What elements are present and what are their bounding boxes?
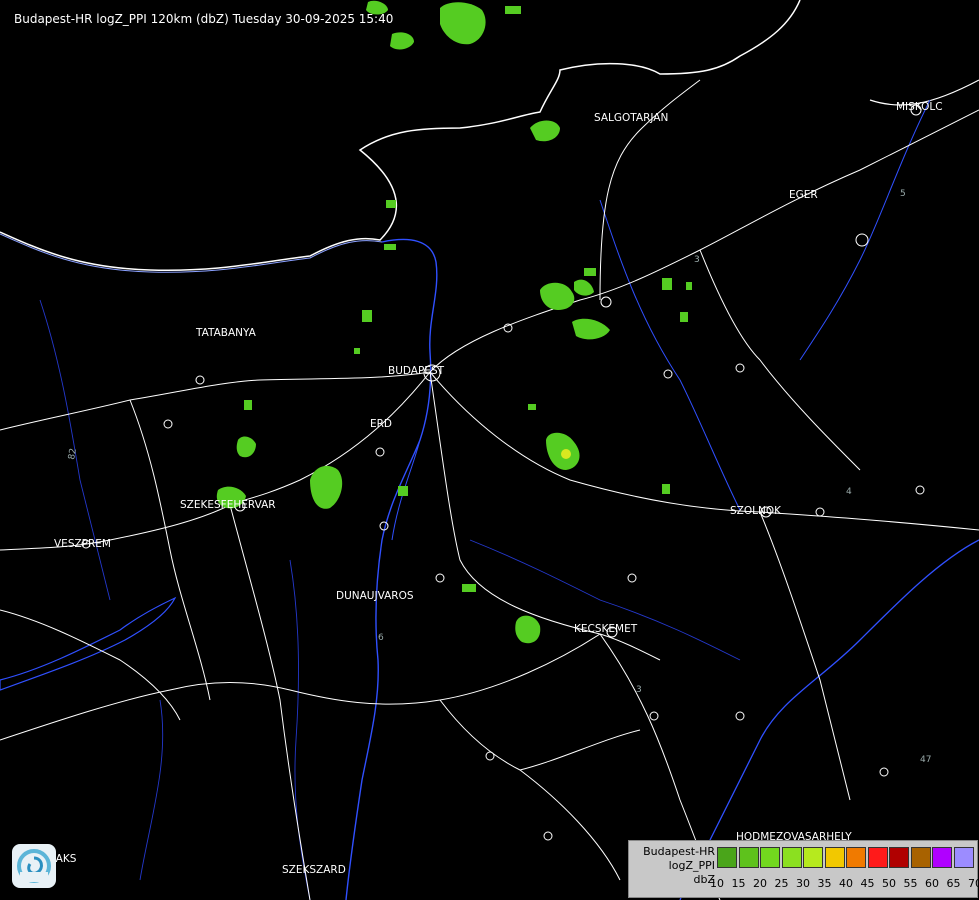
legend-swatch [738,847,759,868]
echo-cell [362,310,372,322]
city-label-szekszard: SZEKSZARD [282,864,346,876]
swirl-logo-icon [12,844,56,888]
echo-core [561,449,571,459]
echo-cell [384,244,396,250]
echo-cell [530,120,560,142]
legend-title-line: logZ_PPI [668,859,715,872]
echo-cell [390,32,414,50]
city-label-erd: ERD [370,418,392,430]
river-zagyva [599,199,741,511]
echo-cell [398,486,408,496]
echo-cell [236,436,256,458]
echo-cell [680,312,688,322]
legend-tick-label: 45 [860,877,875,890]
legend-swatch [760,847,780,868]
settlement-outlines [81,104,925,841]
echo-cell [662,278,672,290]
legend-tick-label: 50 [882,877,896,890]
legend-tick-label: 65 [946,877,961,890]
echo-cell [244,400,252,410]
legend-swatch [910,847,931,868]
echo-cell [528,404,536,410]
echo-cell [662,484,670,494]
echo-cell [386,200,396,208]
echo-cell [515,615,541,644]
city-label-miskolc: MISKOLC [896,101,943,113]
legend-swatch [717,847,737,868]
legend-tick-label: 55 [903,877,918,890]
legend-swatch [932,847,952,868]
stream [139,699,164,881]
legend-swatch [781,847,802,868]
legend-swatch [889,847,909,868]
echo-cell [572,318,610,340]
legend-tick-label: 20 [753,877,767,890]
city-label-tatabanya: TATABANYA [195,327,257,339]
city-label-veszprem: VESZPREM [54,538,111,550]
legend-tick-label: 70 [968,877,979,890]
radar-map: 3 82 4 5 47 6 3 SALGOTARJAN MISKOLC EGER… [0,0,979,900]
legend-tick-label: 40 [839,877,853,890]
river-danube [345,238,438,900]
color-scale-legend: Budapest-HR logZ_PPI dbZ 10 15 20 25 30 35 40 4… [628,840,979,898]
legend-title-line: dbZ [693,873,715,886]
map-title: Budapest-HR logZ_PPI 120km (dbZ) Tuesday… [14,12,394,26]
city-label-budapest: BUDAPEST [388,365,445,377]
road-number-label: 6 [378,633,384,643]
legend-tick-label: 60 [925,877,939,890]
echo-cell [354,348,360,354]
border-river-ipoly [0,233,383,273]
road-number-label: 3 [694,255,700,265]
echo-cell [310,465,343,509]
echo-cell [540,282,575,310]
echo-cell [584,268,596,276]
echo-cell [574,279,594,296]
stream [289,559,311,900]
river-sajo [799,99,931,361]
city-label-kecskemet: KECSKEMET [574,623,638,635]
legend-tick-label: 35 [817,877,832,890]
road-number-label: 5 [900,189,906,199]
echo-cell [505,6,521,14]
legend-title-line: Budapest-HR [643,845,715,858]
legend-swatch [824,847,845,868]
road-number-label: 3 [636,685,642,695]
echo-cell [440,2,486,45]
legend-tick-label: 15 [731,877,746,890]
legend-swatch [867,847,888,868]
legend-swatch [953,847,974,868]
echo-cell [686,282,692,290]
road-network [0,79,979,900]
city-label-dunaujvaros: DUNAUJVAROS [336,590,414,602]
legend-title: Budapest-HR logZ_PPI dbZ [629,845,715,887]
city-label-salgotarjan: SALGOTARJAN [594,112,668,124]
road-number-label: 4 [846,487,852,497]
legend-tick-label: 10 [710,877,724,890]
city-label-eger: EGER [789,189,818,201]
city-label-szekesfehervar: SZEKESFEHERVAR [180,499,276,511]
city-label-szolnok: SZOLNOK [730,505,782,517]
legend-swatch [846,847,866,868]
echo-cell [462,584,476,592]
legend-swatch [803,847,823,868]
legend-tick-label: 25 [774,877,789,890]
radar-echoes [216,0,692,644]
legend-tick-label: 30 [796,877,810,890]
road-number-label: 82 [67,448,79,461]
road-number-label: 47 [920,755,931,765]
